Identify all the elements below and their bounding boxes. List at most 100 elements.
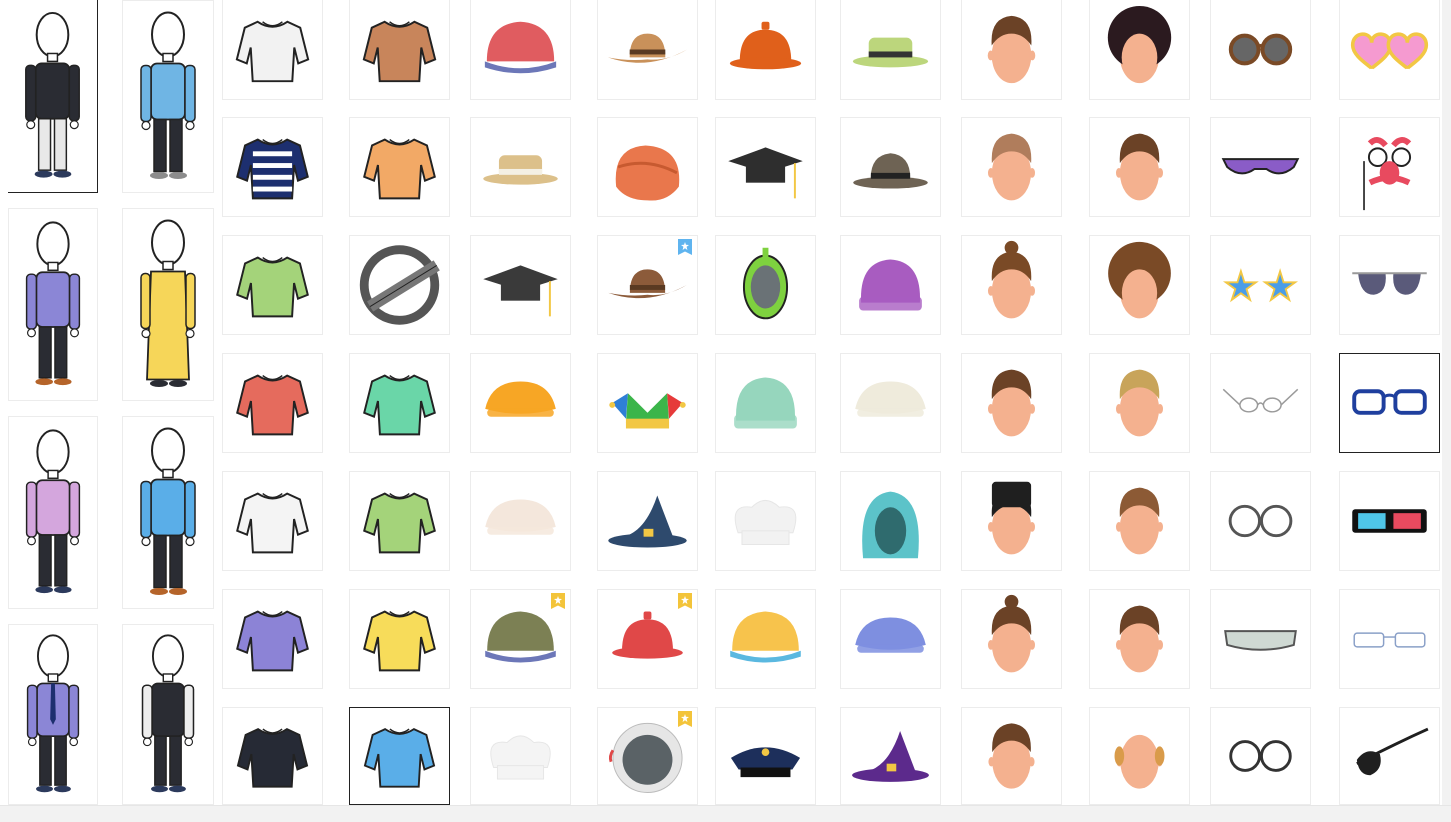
hair-icon <box>1107 5 1172 84</box>
heart-glasses-tile[interactable] <box>1339 0 1440 100</box>
plaid-shirt-figure-icon <box>140 11 196 179</box>
bowl-hat-icon <box>729 21 802 70</box>
wizard-hat-blue-tile[interactable] <box>597 471 698 571</box>
hair-balding-tile[interactable] <box>1089 707 1190 805</box>
round-sunglasses-tile[interactable] <box>1210 0 1311 100</box>
wire-spectacles-tile[interactable] <box>1210 353 1311 453</box>
green-sweater-tile[interactable] <box>349 471 450 571</box>
striped-sweater-icon <box>236 138 309 200</box>
body-purple-tie-tile[interactable] <box>8 624 98 805</box>
purple-sport-shirt-tile[interactable] <box>222 589 323 689</box>
body-yellow-dress-tile[interactable] <box>122 208 214 401</box>
aviator-sunglasses-tile[interactable] <box>1339 235 1440 335</box>
hair-classic-tile[interactable] <box>961 707 1062 805</box>
hood-icon <box>862 491 919 559</box>
orange-beret-tile[interactable] <box>470 353 571 453</box>
purple-witch-hat-tile[interactable] <box>840 707 941 805</box>
safety-goggles-tile[interactable] <box>1210 589 1311 689</box>
astronaut-helmet-tile[interactable] <box>597 707 698 805</box>
sheriff-hat-tile[interactable] <box>597 235 698 335</box>
brown-shirt-tile[interactable] <box>349 0 450 100</box>
snorkel-mask-tile[interactable] <box>715 235 816 335</box>
body-blue-polo-tile[interactable] <box>122 416 214 609</box>
hair-swept-tile[interactable] <box>1089 589 1190 689</box>
3d-glasses-icon <box>1352 509 1427 533</box>
hair-side-part-tile[interactable] <box>961 353 1062 453</box>
hair-buzz-tile[interactable] <box>961 117 1062 217</box>
diving-mask-icon <box>742 247 789 320</box>
hair-top-bun-tile[interactable] <box>961 589 1062 689</box>
red-plaid-shirt-tile[interactable] <box>222 353 323 453</box>
helmet-icon <box>608 722 683 793</box>
cowboy-hat-tan-tile[interactable] <box>597 0 698 100</box>
chef-coat-tile[interactable] <box>222 471 323 571</box>
body-purple-hoodie-tile[interactable] <box>8 208 98 401</box>
cardigan-icon <box>363 138 436 200</box>
hair-blonde-quiff-tile[interactable] <box>1089 353 1190 453</box>
blue-hoodie-tile[interactable] <box>349 707 450 805</box>
white-chef-hat-tile[interactable] <box>470 707 571 805</box>
disguise-mask-tile[interactable] <box>1339 117 1440 217</box>
hair-textured-tile[interactable] <box>1089 471 1190 571</box>
mint-tshirt-tile[interactable] <box>349 353 450 453</box>
aviator-icon <box>1352 272 1427 295</box>
mint-beanie-tile[interactable] <box>715 353 816 453</box>
green-sun-hat-tile[interactable] <box>840 0 941 100</box>
red-bowl-hat-tile[interactable] <box>597 589 698 689</box>
hair-man-bun-tile[interactable] <box>961 235 1062 335</box>
vertical-scrollbar[interactable] <box>1442 0 1451 805</box>
jester-hat-tile[interactable] <box>597 353 698 453</box>
hair-spiky-tile[interactable] <box>1089 117 1190 217</box>
plaid-shirt-icon <box>236 374 309 436</box>
graduation-cap-tile[interactable] <box>470 235 571 335</box>
vest-figure-icon <box>141 634 195 793</box>
no-clothing-tile[interactable] <box>349 235 450 335</box>
blue-flat-cap-tile[interactable] <box>840 589 941 689</box>
star-glasses-tile[interactable] <box>1210 235 1311 335</box>
horizontal-scrollbar[interactable] <box>0 805 1451 822</box>
hair-flat-top-tile[interactable] <box>961 471 1062 571</box>
knit-headband-tile[interactable] <box>470 471 571 571</box>
white-jacket-tile[interactable] <box>222 0 323 100</box>
beanie-icon <box>734 377 797 429</box>
eye-patch-icon <box>1356 727 1429 776</box>
hair-afro-curly-tile[interactable] <box>1089 0 1190 100</box>
body-blue-plaid-tile[interactable] <box>122 0 214 193</box>
purple-beanie-tile[interactable] <box>840 235 941 335</box>
hair-icon <box>988 723 1035 789</box>
blue-frame-glasses-tile[interactable] <box>1339 353 1440 453</box>
bowl-hat-icon <box>612 611 683 659</box>
black-jacket-tile[interactable] <box>222 707 323 805</box>
orange-cardigan-tile[interactable] <box>349 117 450 217</box>
straw-boater-tile[interactable] <box>470 117 571 217</box>
sheriff-hat-icon <box>608 269 687 299</box>
3d-glasses-tile[interactable] <box>1339 471 1440 571</box>
body-lilac-shirt-tile[interactable] <box>8 416 98 609</box>
body-black-vest-tile[interactable] <box>122 624 214 805</box>
teal-hood-tile[interactable] <box>840 471 941 571</box>
orange-turban-tile[interactable] <box>597 117 698 217</box>
blue-yellow-cap-tile[interactable] <box>715 589 816 689</box>
hair-icon <box>1115 605 1164 673</box>
body-black-sweater-tile[interactable] <box>8 0 98 193</box>
hair-dreadlocks-tile[interactable] <box>1089 235 1190 335</box>
beanie-icon <box>859 259 922 311</box>
round-glasses-tile[interactable] <box>1210 471 1311 571</box>
grey-fedora-tile[interactable] <box>840 117 941 217</box>
red-cap-tile[interactable] <box>470 0 571 100</box>
yellow-tshirt-tile[interactable] <box>349 589 450 689</box>
police-cap-tile[interactable] <box>715 707 816 805</box>
rimless-glasses-tile[interactable] <box>1339 589 1440 689</box>
round-glasses-icon <box>1228 504 1293 538</box>
navy-striped-sweater-tile[interactable] <box>222 117 323 217</box>
eye-patch-tile[interactable] <box>1339 707 1440 805</box>
black-round-glasses-tile[interactable] <box>1210 707 1311 805</box>
hair-short-brown-tile[interactable] <box>961 0 1062 100</box>
orange-bowl-hat-tile[interactable] <box>715 0 816 100</box>
camo-cap-tile[interactable] <box>470 589 571 689</box>
purple-sport-shades-tile[interactable] <box>1210 117 1311 217</box>
white-chef-toque-tile[interactable] <box>715 471 816 571</box>
cream-shower-cap-tile[interactable] <box>840 353 941 453</box>
black-mortarboard-tile[interactable] <box>715 117 816 217</box>
green-polo-tile[interactable] <box>222 235 323 335</box>
